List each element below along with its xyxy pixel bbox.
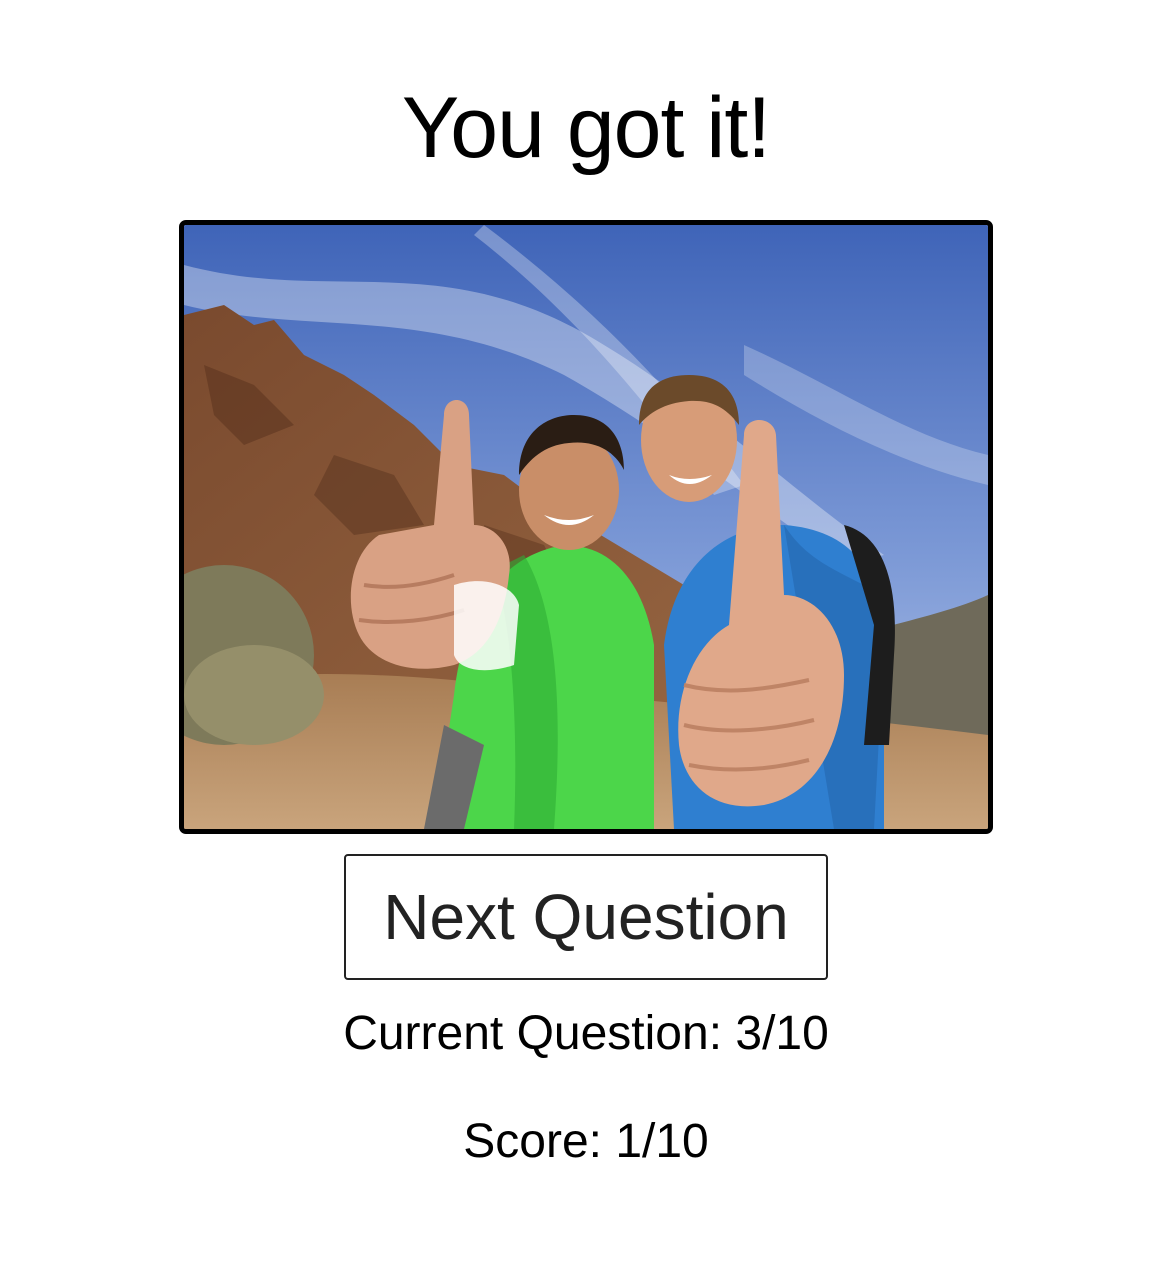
quiz-result-panel: You got it! Next Question Current Questi…: [0, 0, 1172, 1284]
score-counter: Score: 1/10: [463, 1115, 709, 1168]
current-question-counter: Current Question: 3/10: [343, 1007, 829, 1060]
celebration-photo-illustration: [184, 225, 988, 829]
result-photo: [179, 220, 993, 834]
result-heading: You got it!: [401, 80, 771, 176]
next-question-button[interactable]: Next Question: [344, 854, 828, 980]
